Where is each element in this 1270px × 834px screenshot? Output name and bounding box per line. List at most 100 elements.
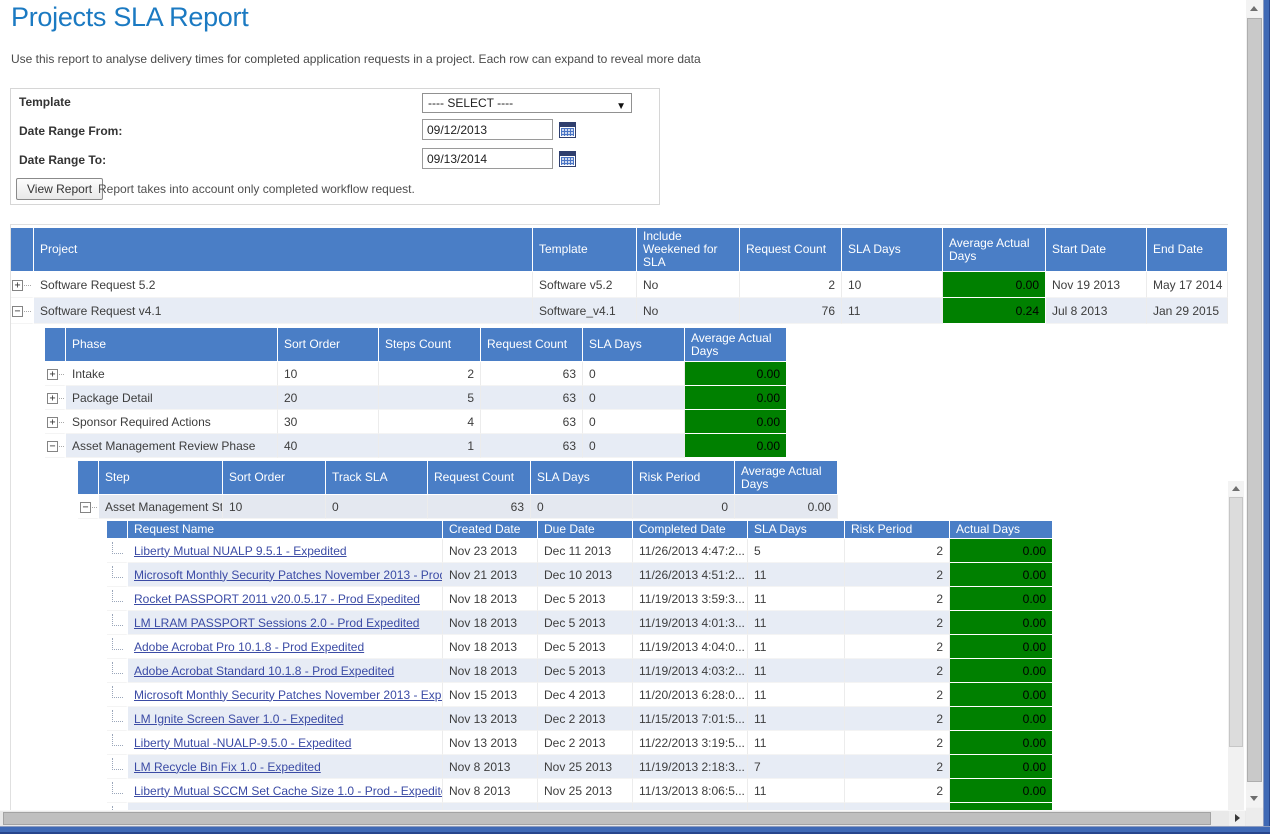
tree-leaf-cell: [107, 707, 128, 731]
cell-actual-days: 0.00: [950, 587, 1053, 611]
cell-track-sla: 0: [326, 495, 428, 519]
cell-avg-actual-days: 0.00: [943, 272, 1046, 298]
cell-actual-days: 0.00: [950, 563, 1053, 587]
grid-horizontal-scrollbar[interactable]: [0, 810, 1246, 826]
expand-toggle-icon[interactable]: −: [47, 441, 58, 452]
request-name-link[interactable]: Rocket PASSPORT 2011 v20.0.5.17 - Prod E…: [134, 592, 420, 606]
expand-toggle-icon[interactable]: −: [12, 306, 23, 317]
col-header-template: Template: [533, 228, 637, 272]
request-row: LM LRAM PASSPORT Sessions 2.0 - Prod Exp…: [107, 611, 1053, 635]
cell-project: Software Request v4.1: [34, 298, 533, 324]
cell-sla-days: 0: [583, 410, 685, 434]
grid-vertical-scroll-thumb[interactable]: [1229, 497, 1243, 747]
cell-end-date: Jan 29 2015: [1147, 298, 1228, 324]
request-name-link[interactable]: Liberty Mutual SCCM Set Cache Size 1.0 -…: [134, 784, 443, 798]
steps-table: Step Sort Order Track SLA Request Count …: [78, 461, 838, 519]
cell-due-date: Dec 2 2013: [538, 707, 633, 731]
tree-branch-icon: [112, 638, 123, 650]
cell-risk-period: 2: [845, 683, 950, 707]
page-vertical-scrollbar[interactable]: [1246, 0, 1263, 826]
cell-request-name: LM Recycle Bin Fix 1.0 - Expedited: [128, 755, 443, 779]
cell-due-date: Dec 5 2013: [538, 659, 633, 683]
grid-vertical-scrollbar[interactable]: [1228, 481, 1244, 826]
expand-cell: +: [45, 410, 66, 434]
tree-leaf-cell: [107, 731, 128, 755]
page-scroll-up-button[interactable]: [1246, 0, 1263, 17]
request-row: Adobe Acrobat Standard 10.1.8 - Prod Exp…: [107, 659, 1053, 683]
cell-risk-period: 2: [845, 635, 950, 659]
request-row: Liberty Mutual -NUALP-9.5.0 - Expedited …: [107, 731, 1053, 755]
cell-due-date: Dec 2 2013: [538, 731, 633, 755]
page-vertical-scroll-thumb[interactable]: [1247, 18, 1262, 782]
request-name-link[interactable]: LM LRAM PASSPORT Sessions 2.0 - Prod Exp…: [134, 616, 419, 630]
date-from-input[interactable]: [422, 119, 553, 140]
request-name-link[interactable]: Liberty Mutual -NUALP-9.5.0 - Expedited: [134, 736, 351, 750]
cell-sla-days: 10: [842, 272, 943, 298]
grid-scroll-right-button[interactable]: [1229, 811, 1245, 826]
request-row: LM Recycle Bin Fix 1.0 - Expedited Nov 8…: [107, 755, 1053, 779]
cell-created-date: Nov 18 2013: [443, 611, 538, 635]
requests-table: Request Name Created Date Due Date Compl…: [107, 521, 1053, 826]
expand-toggle-icon[interactable]: +: [12, 280, 23, 291]
cell-request-name: Adobe Acrobat Standard 10.1.8 - Prod Exp…: [128, 659, 443, 683]
cell-avg-actual-days: 0.24: [943, 298, 1046, 324]
report-note: Report takes into account only completed…: [98, 182, 415, 196]
expand-cell: −: [78, 495, 99, 519]
request-name-link[interactable]: LM Ignite Screen Saver 1.0 - Expedited: [134, 712, 343, 726]
request-name-link[interactable]: Adobe Acrobat Standard 10.1.8 - Prod Exp…: [134, 664, 394, 678]
template-select[interactable]: ---- SELECT ---- ▼: [422, 93, 632, 113]
phase-row: + Intake 10 2 63 0 0.00: [45, 362, 787, 386]
cell-request-name: Rocket PASSPORT 2011 v20.0.5.17 - Prod E…: [128, 587, 443, 611]
cell-sla-days: 11: [748, 611, 845, 635]
col-header-due-date: Due Date: [538, 521, 633, 539]
cell-steps-count: 1: [379, 434, 481, 458]
cell-actual-days: 0.00: [950, 611, 1053, 635]
cell-completed-date: 11/13/2013 8:06:5...: [633, 779, 748, 803]
request-name-link[interactable]: Adobe Acrobat Pro 10.1.8 - Prod Expedite…: [134, 640, 364, 654]
cell-steps-count: 5: [379, 386, 481, 410]
grid-horizontal-scroll-thumb[interactable]: [3, 812, 1211, 825]
phases-table: Phase Sort Order Steps Count Request Cou…: [45, 328, 787, 458]
grid-scroll-up-button[interactable]: [1228, 481, 1244, 496]
expand-cell: +: [45, 362, 66, 386]
tree-leaf-cell: [107, 635, 128, 659]
expand-toggle-icon[interactable]: +: [47, 369, 58, 380]
col-header-request-count: Request Count: [740, 228, 842, 272]
col-header-avg-actual-days: Average Actual Days: [735, 461, 838, 495]
expand-cell: −: [10, 298, 34, 324]
phases-header-row: Phase Sort Order Steps Count Request Cou…: [45, 328, 787, 362]
cell-sla-days: 7: [748, 755, 845, 779]
expand-cell: +: [45, 386, 66, 410]
cell-actual-days: 0.00: [950, 635, 1053, 659]
cell-start-date: Nov 19 2013: [1046, 272, 1147, 298]
request-name-link[interactable]: Microsoft Monthly Security Patches Novem…: [134, 568, 443, 582]
request-name-link[interactable]: Microsoft Monthly Security Patches Novem…: [134, 688, 443, 702]
cell-created-date: Nov 18 2013: [443, 635, 538, 659]
cell-phase: Package Detail: [66, 386, 278, 410]
cell-risk-period: 2: [845, 707, 950, 731]
cell-due-date: Dec 5 2013: [538, 635, 633, 659]
window-border-bottom: [0, 826, 1270, 834]
cell-avg-actual-days: 0.00: [735, 495, 838, 519]
expand-toggle-icon[interactable]: −: [80, 502, 91, 513]
cell-sort-order: 10: [223, 495, 326, 519]
expand-toggle-icon[interactable]: +: [47, 417, 58, 428]
page-scroll-down-button[interactable]: [1246, 790, 1263, 807]
col-header-request-count: Request Count: [481, 328, 583, 362]
phase-row: + Package Detail 20 5 63 0 0.00: [45, 386, 787, 410]
col-header-track-sla: Track SLA: [326, 461, 428, 495]
calendar-icon-to[interactable]: [559, 151, 576, 167]
date-to-input[interactable]: [422, 148, 553, 169]
template-label: Template: [19, 95, 71, 109]
col-header-risk-period: Risk Period: [845, 521, 950, 539]
col-header-end-date: End Date: [1147, 228, 1228, 272]
request-name-link[interactable]: Liberty Mutual NUALP 9.5.1 - Expedited: [134, 544, 347, 558]
expand-toggle-icon[interactable]: +: [47, 393, 58, 404]
cell-risk-period: 2: [845, 587, 950, 611]
cell-request-name: LM LRAM PASSPORT Sessions 2.0 - Prod Exp…: [128, 611, 443, 635]
view-report-button[interactable]: View Report: [16, 178, 103, 200]
calendar-icon-from[interactable]: [559, 122, 576, 138]
request-name-link[interactable]: LM Recycle Bin Fix 1.0 - Expedited: [134, 760, 321, 774]
tree-leaf-cell: [107, 755, 128, 779]
steps-header-row: Step Sort Order Track SLA Request Count …: [78, 461, 838, 495]
